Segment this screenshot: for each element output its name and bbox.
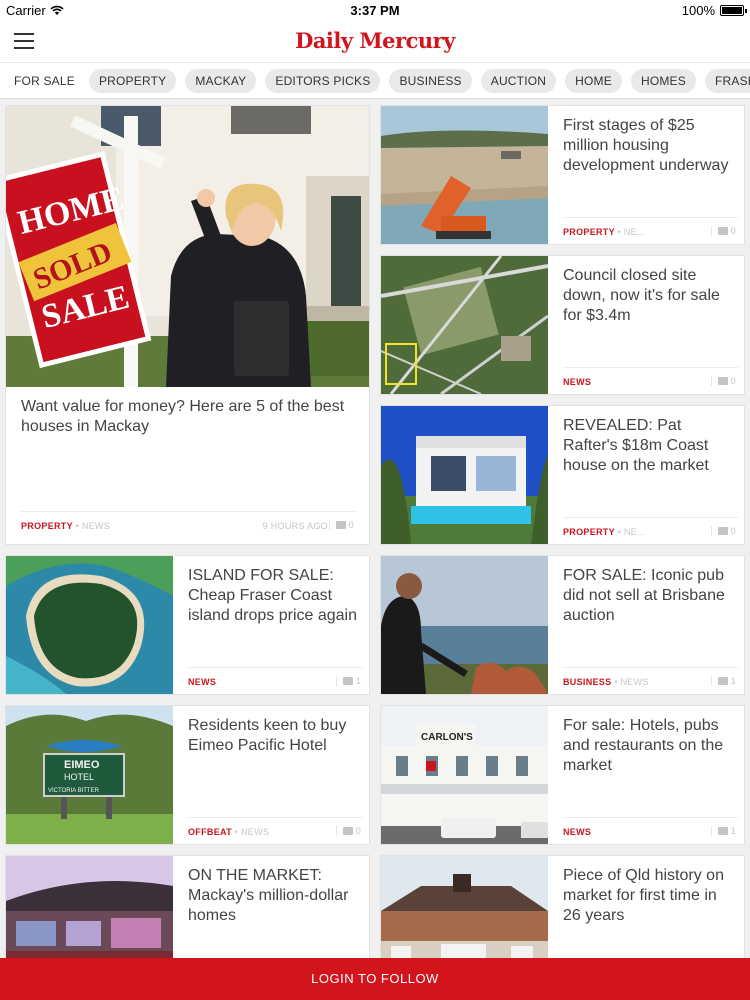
article-meta: PROPERTY • NE... 0 [563,217,738,243]
article-meta: PROPERTY • NE... 0 [563,517,738,543]
article-image [6,556,173,694]
comments-count[interactable]: 0 [335,826,361,836]
comment-bubble-icon [717,227,728,235]
article-headline[interactable]: For sale: Hotels, pubs and restaurants o… [563,716,738,776]
article-headline[interactable]: ISLAND FOR SALE: Cheap Fraser Coast isla… [188,566,363,626]
login-to-follow-button[interactable]: LOGIN TO FOLLOW [0,958,750,1000]
comment-bubble-icon [717,677,728,685]
article-category[interactable]: OFFBEAT • NEWS [188,827,269,837]
status-bar: Carrier 3:37 PM 100% [0,0,750,20]
article-card[interactable]: Council closed site down, now it's for s… [380,255,745,395]
article-category[interactable]: NEWS [188,677,216,687]
comment-bubble-icon [342,677,353,685]
article-image [381,406,548,544]
article-time: 9 HOURS AGO [262,521,328,531]
comments-count[interactable]: 0 [710,526,736,536]
article-headline[interactable]: REVEALED: Pat Rafter's $18m Coast house … [563,416,738,476]
article-meta: OFFBEAT • NEWS 0 [188,817,363,843]
pub-sign-text: CARLON'S [421,732,473,743]
comments-count[interactable]: 1 [335,676,361,686]
comments-count[interactable]: 0 [710,376,736,386]
article-card[interactable]: CARLON'S For sale: Hotels, pubs and rest… [380,705,745,845]
comment-bubble-icon [717,827,728,835]
article-headline[interactable]: FOR SALE: Iconic pub did not sell at Bri… [563,566,738,626]
article-card[interactable]: FOR SALE: Iconic pub did not sell at Bri… [380,555,745,695]
article-card-featured[interactable]: HOME SALE SOLD Want value for money? Her… [5,105,370,545]
article-meta: NEWS 0 [563,367,738,393]
beer-sign-text: VICTORIA BITTER [48,788,100,794]
article-headline[interactable]: Residents keen to buy Eimeo Pacific Hote… [188,716,363,756]
tab-mackay[interactable]: MACKAY [185,69,257,93]
article-meta: BUSINESS • NEWS 1 [563,667,738,693]
comments-count[interactable]: 1 [710,826,736,836]
article-headline[interactable]: ON THE MARKET: Mackay's million-dollar h… [188,866,363,926]
article-headline[interactable]: Council closed site down, now it's for s… [563,266,738,326]
comment-bubble-icon [717,527,728,535]
comment-bubble-icon [335,521,346,529]
article-meta: NEWS 1 [188,667,363,693]
article-image [381,256,548,394]
article-image [381,106,548,244]
tab-homes[interactable]: HOMES [630,69,696,93]
comments-count[interactable]: 1 [710,676,736,686]
tab-for-sale[interactable]: FOR SALE [10,69,80,93]
tab-property[interactable]: PROPERTY [88,69,177,93]
article-card[interactable]: REVEALED: Pat Rafter's $18m Coast house … [380,405,745,545]
article-category[interactable]: NEWS [563,377,591,387]
battery-percent: 100% [681,3,715,18]
site-logo[interactable]: Daily Mercury [0,28,750,53]
article-card[interactable]: ISLAND FOR SALE: Cheap Fraser Coast isla… [5,555,370,695]
hotel-sign-text: EIMEO [64,759,100,771]
app-header: Daily Mercury [0,20,750,63]
comment-bubble-icon [342,827,353,835]
article-category[interactable]: PROPERTY • NE... [563,227,645,237]
article-category[interactable]: BUSINESS • NEWS [563,677,649,687]
tab-home[interactable]: HOME [565,69,622,93]
topic-tabs: FOR SALE PROPERTY MACKAY EDITORS PICKS B… [0,63,750,99]
article-headline[interactable]: Want value for money? Here are 5 of the … [21,397,356,437]
hotel-sign-text2: HOTEL [64,772,94,782]
comments-count[interactable]: 0 [710,226,736,236]
article-category[interactable]: PROPERTY • NE... [563,527,645,537]
tab-auction[interactable]: AUCTION [480,69,557,93]
battery-icon [720,5,747,16]
comment-bubble-icon [717,377,728,385]
clock: 3:37 PM [350,3,400,18]
article-image: EIMEO HOTEL VICTORIA BITTER [6,706,173,844]
tab-fraser-coast[interactable]: FRASER COAST [704,69,750,93]
tab-editors-picks[interactable]: EDITORS PICKS [265,69,381,93]
article-image: HOME SALE SOLD [6,106,369,387]
article-image: CARLON'S [381,706,548,844]
article-meta: PROPERTY • NEWS 9 HOURS AGO 0 [21,511,356,537]
article-image [381,556,548,694]
comments-count[interactable]: 0 [328,520,354,530]
article-meta: NEWS 1 [563,817,738,843]
article-headline[interactable]: Piece of Qld history on market for first… [563,866,738,926]
article-category[interactable]: PROPERTY • NEWS [21,521,110,531]
article-category[interactable]: NEWS [563,827,591,837]
tab-business[interactable]: BUSINESS [389,69,472,93]
article-card[interactable]: EIMEO HOTEL VICTORIA BITTER Residents ke… [5,705,370,845]
article-card[interactable]: First stages of $25 million housing deve… [380,105,745,245]
article-headline[interactable]: First stages of $25 million housing deve… [563,116,738,176]
